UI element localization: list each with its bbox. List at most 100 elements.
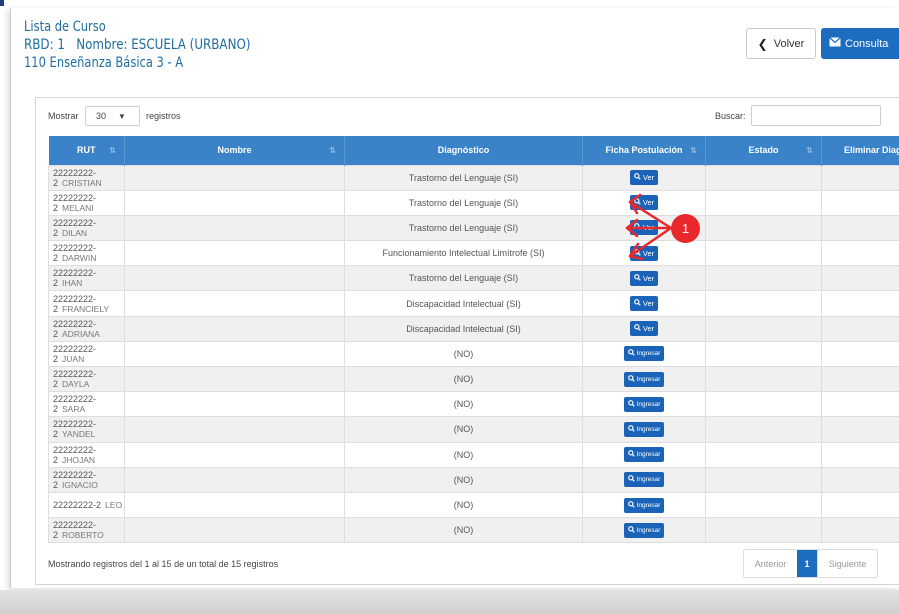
estado-cell xyxy=(705,214,822,242)
ficha-cell: Ingresar xyxy=(582,441,706,468)
ficha-cell: Ingresar xyxy=(582,340,706,368)
col-ficha[interactable]: Ficha Postulación ⇅ xyxy=(582,136,706,165)
school-info: RBD: 1 Nombre: ESCUELA (URBANO) xyxy=(24,37,251,53)
table-row: 22222222-2 IGNACIO (NO) Ingresar xyxy=(48,466,899,493)
ficha-cell: Ingresar xyxy=(582,491,706,519)
search-icon xyxy=(633,299,641,308)
eliminar-cell xyxy=(821,491,899,519)
rut-cell: 22222222-2 IGNACIO xyxy=(48,466,125,493)
name-cell xyxy=(124,517,345,544)
name-cell xyxy=(124,340,345,368)
search-icon xyxy=(633,173,641,182)
ver-button[interactable]: Ver xyxy=(629,296,659,312)
ficha-cell: Ingresar xyxy=(582,517,706,544)
estado-cell xyxy=(705,265,822,292)
next-page-button[interactable]: Siguiente xyxy=(817,550,877,577)
eliminar-cell xyxy=(821,315,899,342)
table-row: 22222222-2 MELANI Trastorno del Lenguaje (… xyxy=(48,189,899,216)
ver-button[interactable]: Ver xyxy=(629,245,659,261)
action-label: Ver xyxy=(642,223,655,233)
ficha-cell: Ver xyxy=(582,189,706,216)
diagnosis-cell: (NO) xyxy=(344,441,583,468)
student-name: JHOJAN xyxy=(62,454,96,465)
diagnosis-cell: Trastorno del Lenguaje (SI) xyxy=(344,164,583,191)
ingresar-button[interactable]: Ingresar xyxy=(623,447,665,463)
diagnosis-cell: Discapacidad Intelectual (SI) xyxy=(344,290,583,317)
ingresar-button[interactable]: Ingresar xyxy=(623,497,665,513)
ver-button[interactable]: Ver xyxy=(629,195,659,211)
ficha-cell: Ingresar xyxy=(582,416,706,443)
table-row: 22222222-2 FRANCIELY Discapacidad Intelect… xyxy=(48,290,899,317)
eliminar-cell xyxy=(821,164,899,191)
search-icon xyxy=(633,248,641,258)
search-icon xyxy=(633,223,641,232)
diagnosis-cell: Trastorno del Lenguaje (SI) xyxy=(344,189,583,216)
eliminar-cell xyxy=(821,189,899,216)
student-name: ROBERTO xyxy=(62,530,104,541)
ingresar-button[interactable]: Ingresar xyxy=(623,396,665,412)
records-info: Mostrando registros del 1 al 15 de un to… xyxy=(48,559,279,569)
search-icon xyxy=(627,349,635,358)
ingresar-button[interactable]: Ingresar xyxy=(623,346,665,362)
records-label: registros xyxy=(146,111,181,121)
diagnosis-cell: (NO) xyxy=(344,466,583,493)
ficha-cell: Ingresar xyxy=(582,365,706,393)
ingresar-button[interactable]: Ingresar xyxy=(623,421,665,437)
chevron-left-icon: ❮ xyxy=(757,36,768,51)
ver-button[interactable]: Ver xyxy=(629,270,659,286)
student-name: JUAN xyxy=(62,353,85,364)
page-size-select[interactable]: 30 ▼ xyxy=(85,106,140,126)
bottom-shadow-band xyxy=(0,590,899,614)
diagnosis-cell: (NO) xyxy=(344,517,583,544)
eliminar-cell xyxy=(821,240,899,267)
ver-button[interactable]: Ver xyxy=(629,321,659,337)
ver-button[interactable]: Ver xyxy=(629,170,659,186)
search-icon xyxy=(627,374,635,384)
sort-icon: ⇅ xyxy=(690,146,697,155)
ficha-cell: Ver xyxy=(582,290,706,317)
rut-cell: 22222222-2 DILAN xyxy=(48,214,125,242)
col-rut[interactable]: RUT ⇅ xyxy=(48,136,125,165)
ingresar-button[interactable]: Ingresar xyxy=(623,522,665,538)
estado-cell xyxy=(705,491,822,519)
page-size-value: 30 xyxy=(96,111,107,121)
student-table: RUT ⇅ Nombre ⇅ Diagnóstico Ficha Postulaci… xyxy=(48,136,899,544)
ver-button[interactable]: Ver xyxy=(629,220,659,236)
ficha-cell: Ingresar xyxy=(582,391,706,418)
student-name: DARWIN xyxy=(62,253,97,264)
table-row: 22222222-2 SARA (NO) Ingresar xyxy=(48,391,899,418)
diagnosis-cell: (NO) xyxy=(344,391,583,418)
table-row: 22222222-2 YANDEL (NO) Ingresar xyxy=(48,416,899,443)
page-1-button[interactable]: 1 xyxy=(797,550,817,577)
estado-cell xyxy=(705,466,822,493)
back-button[interactable]: ❮ Volver xyxy=(746,28,816,59)
query-button-label: Consulta xyxy=(845,37,889,50)
col-nombre[interactable]: Nombre ⇅ xyxy=(124,136,345,165)
rut-cell: 22222222-2 JHOJAN xyxy=(48,441,125,468)
student-name: DILAN xyxy=(62,227,88,238)
rut-cell: 22222222-2 DAYLA xyxy=(48,365,125,393)
ingresar-button[interactable]: Ingresar xyxy=(623,472,665,488)
rut-cell: 22222222-2 SARA xyxy=(48,391,125,418)
estado-cell xyxy=(705,164,822,191)
diagnosis-cell: Funcionamiento Intelectual Limítrofe (SI… xyxy=(344,240,583,267)
prev-page-button[interactable]: Anterior xyxy=(744,550,797,577)
action-label: Ver xyxy=(642,248,655,258)
student-name: IHAN xyxy=(62,278,83,289)
ingresar-button[interactable]: Ingresar xyxy=(623,371,665,387)
search-icon xyxy=(627,425,635,434)
action-label: Ingresar xyxy=(636,400,661,408)
query-button[interactable]: Consulta xyxy=(821,28,899,59)
col-diagnostico[interactable]: Diagnóstico xyxy=(344,136,583,165)
name-cell xyxy=(124,315,345,342)
diagnosis-cell: (NO) xyxy=(344,365,583,393)
eliminar-cell xyxy=(821,391,899,418)
col-eliminar[interactable]: Eliminar Diag.⇅ xyxy=(821,136,899,165)
student-name: IGNACIO xyxy=(62,479,98,490)
table-header-row: RUT ⇅ Nombre ⇅ Diagnóstico Ficha Postulaci… xyxy=(48,136,899,165)
col-estado[interactable]: Estado ⇅ xyxy=(705,136,822,165)
ficha-cell: Ver xyxy=(582,164,706,191)
search-input[interactable] xyxy=(751,105,881,126)
rut-value: 22222222-2 xyxy=(53,500,102,511)
rut-cell: 22222222-2 LEO xyxy=(48,491,125,519)
